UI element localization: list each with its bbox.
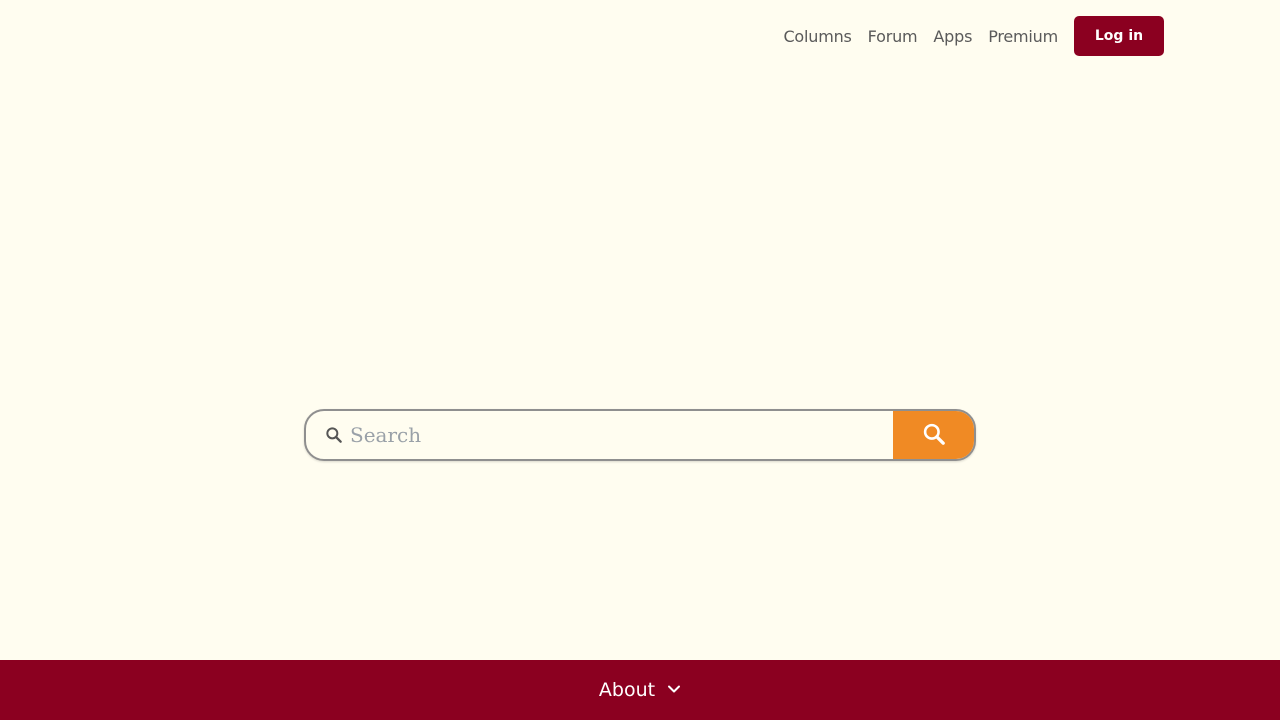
footer-bar: About [0, 660, 1280, 720]
login-button[interactable]: Log in [1074, 16, 1164, 56]
top-navigation: Columns Forum Apps Premium Log in [783, 16, 1164, 56]
chevron-down-icon [655, 679, 681, 701]
search-icon [921, 421, 947, 450]
page: Columns Forum Apps Premium Log in About [0, 0, 1280, 720]
search-submit-button[interactable] [893, 411, 974, 459]
nav-link-forum[interactable]: Forum [868, 27, 918, 46]
search-bar [304, 409, 976, 461]
nav-link-columns[interactable]: Columns [783, 27, 851, 46]
search-icon [306, 411, 350, 459]
nav-link-apps[interactable]: Apps [933, 27, 972, 46]
search-input[interactable] [350, 411, 893, 459]
nav-link-premium[interactable]: Premium [988, 27, 1058, 46]
about-toggle[interactable]: About [599, 679, 681, 701]
about-label: About [598, 679, 656, 701]
